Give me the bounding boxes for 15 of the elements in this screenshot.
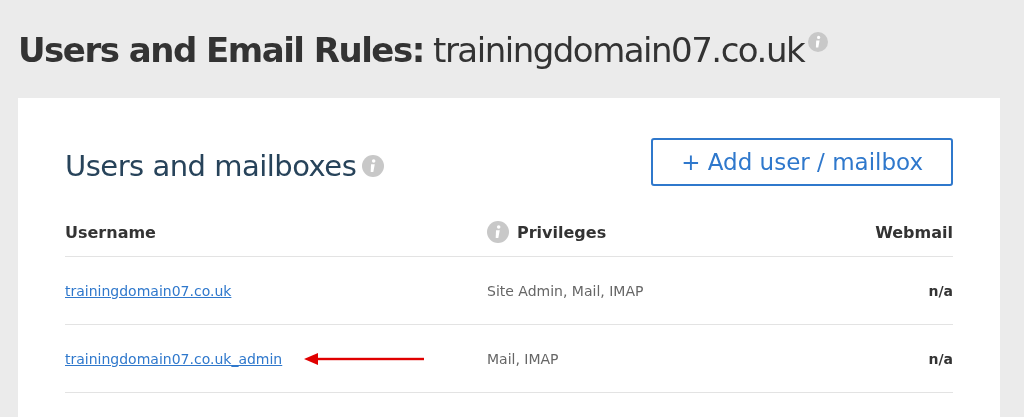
column-header: Webmail	[875, 222, 953, 242]
column-header: Username	[65, 222, 156, 242]
username-link[interactable]: trainingdomain07.co.uk_admin	[65, 350, 283, 367]
privileges-cell: Site Admin, Mail, IMAP	[487, 282, 644, 299]
page-title: Users and Email Rules: trainingdomain07.co.uk	[18, 29, 805, 72]
info-icon[interactable]	[808, 32, 829, 52]
section-title: Users and mailboxes	[65, 149, 357, 183]
column-header: Privileges	[517, 222, 607, 242]
username-link[interactable]: trainingdomain07.co.uk	[65, 282, 232, 299]
info-icon[interactable]	[362, 155, 385, 177]
webmail-cell: n/a	[928, 350, 953, 367]
add-user-button[interactable]: + Add user / mailbox	[651, 138, 953, 186]
info-icon[interactable]	[487, 221, 509, 243]
privileges-cell: Mail, IMAP	[487, 350, 559, 367]
webmail-cell: n/a	[928, 282, 953, 299]
